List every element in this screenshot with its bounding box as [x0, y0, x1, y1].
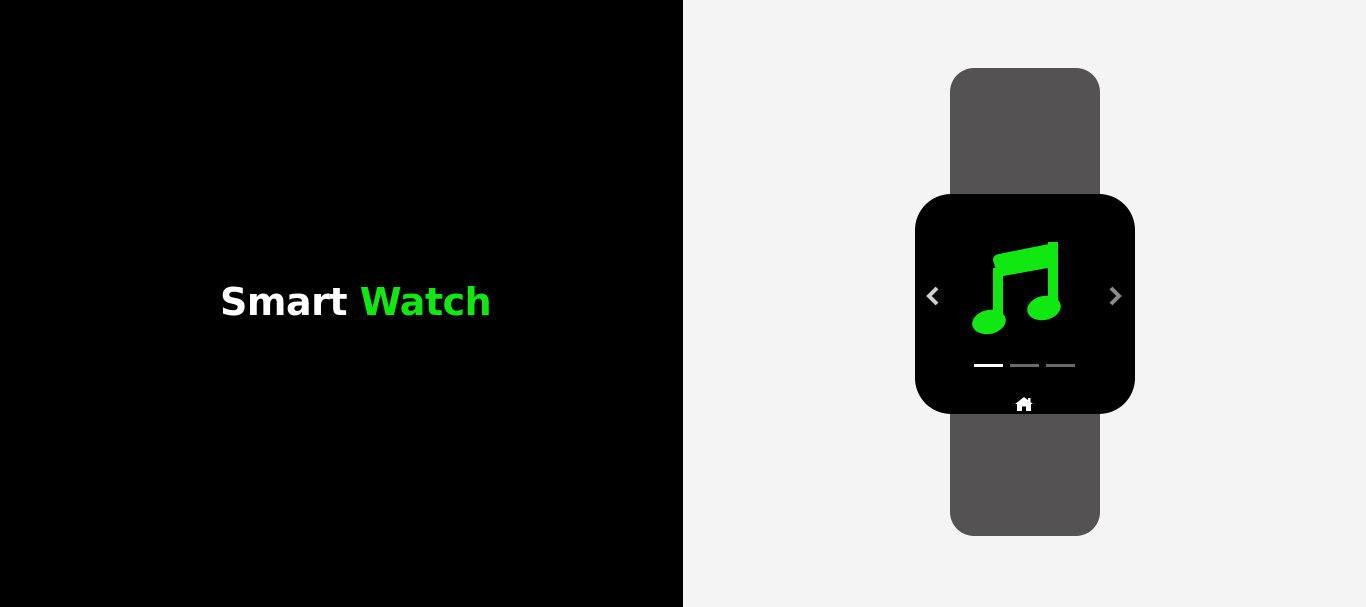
watch-showcase-panel — [683, 0, 1366, 607]
next-app-button[interactable] — [1103, 281, 1127, 311]
music-note-icon — [972, 242, 1061, 335]
page-indicator-3[interactable] — [1046, 364, 1075, 367]
brand-title-accent: Watch — [359, 280, 492, 324]
chevron-right-icon — [1109, 286, 1122, 306]
page: Smart Watch — [0, 0, 1366, 607]
brand-title: Smart Watch — [220, 280, 492, 324]
home-button[interactable] — [1014, 396, 1034, 412]
music-app-button[interactable] — [971, 238, 1075, 342]
page-indicator — [974, 364, 1075, 367]
brand-panel: Smart Watch — [0, 0, 683, 607]
previous-app-button[interactable] — [921, 281, 945, 311]
watch-screen — [915, 194, 1135, 414]
page-indicator-1[interactable] — [974, 364, 1003, 367]
home-icon — [1015, 397, 1033, 411]
page-indicator-2[interactable] — [1010, 364, 1039, 367]
chevron-left-icon — [926, 286, 939, 306]
brand-title-first: Smart — [220, 280, 348, 324]
